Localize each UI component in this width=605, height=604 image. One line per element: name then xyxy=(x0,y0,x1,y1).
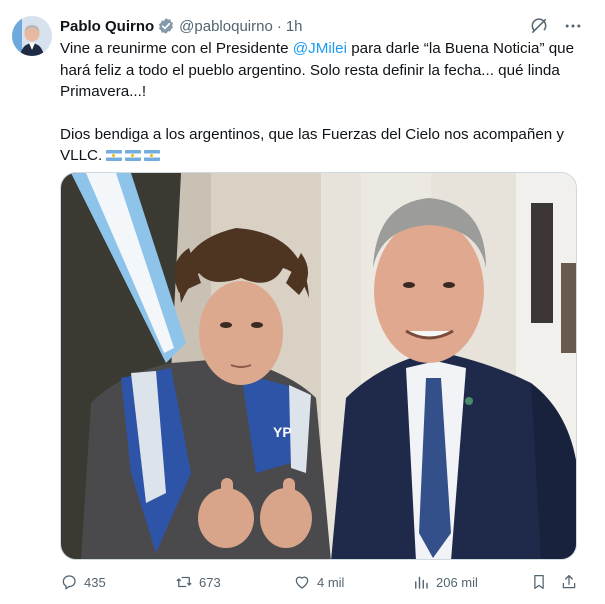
author-name[interactable]: Pablo Quirno xyxy=(60,18,154,35)
jacket-logo-text: YP xyxy=(273,424,292,440)
repost-count: 673 xyxy=(199,574,221,590)
like-icon xyxy=(295,576,309,589)
selfie-photo: YP xyxy=(61,173,576,559)
views-button[interactable]: 206 mil xyxy=(412,573,478,591)
share-icon xyxy=(562,574,576,589)
separator-dot: · xyxy=(276,17,282,35)
repost-button[interactable]: 673 xyxy=(175,573,221,591)
tweet-paragraph-1: Vine a reunirme con el Presidente @JMile… xyxy=(60,38,585,103)
more-icon[interactable] xyxy=(563,16,583,36)
argentina-flag-emoji xyxy=(144,150,161,161)
share-button[interactable] xyxy=(560,573,578,591)
author-handle[interactable]: @pabloquirno xyxy=(179,18,273,35)
tweet-text: Vine a reunirme con el Presidente @JMile… xyxy=(60,38,585,167)
grok-icon[interactable] xyxy=(529,16,549,36)
tweet[interactable]: Pablo Quirno @pabloquirno · 1h Vine a re… xyxy=(0,0,605,604)
bookmark-button[interactable] xyxy=(530,573,548,591)
reply-button[interactable]: 435 xyxy=(60,573,106,591)
verified-badge-icon[interactable] xyxy=(157,17,175,35)
repost-icon xyxy=(176,576,192,588)
tweet-header: Pablo Quirno @pabloquirno · 1h xyxy=(60,14,303,38)
tweet-timestamp[interactable]: 1h xyxy=(286,18,303,35)
author-avatar[interactable] xyxy=(12,16,52,56)
views-count: 206 mil xyxy=(436,574,478,590)
tweet-action-bar: 435 673 4 mil 206 mil xyxy=(60,572,580,592)
tweet-text-part-1: Vine a reunirme con el Presidente xyxy=(60,40,293,57)
reply-count: 435 xyxy=(84,574,106,590)
views-icon xyxy=(415,576,428,589)
argentina-flag-emoji xyxy=(125,150,142,161)
like-count: 4 mil xyxy=(317,574,345,590)
tweet-top-actions xyxy=(529,16,583,36)
like-button[interactable]: 4 mil xyxy=(293,573,344,591)
bookmark-icon xyxy=(534,574,544,590)
tweet-photo[interactable]: YP xyxy=(60,172,577,560)
argentina-flag-emoji xyxy=(106,150,123,161)
tweet-paragraph-2: Dios bendiga a los argentinos, que las F… xyxy=(60,124,585,167)
mention-link[interactable]: @JMilei xyxy=(293,40,347,57)
reply-icon xyxy=(62,575,76,590)
